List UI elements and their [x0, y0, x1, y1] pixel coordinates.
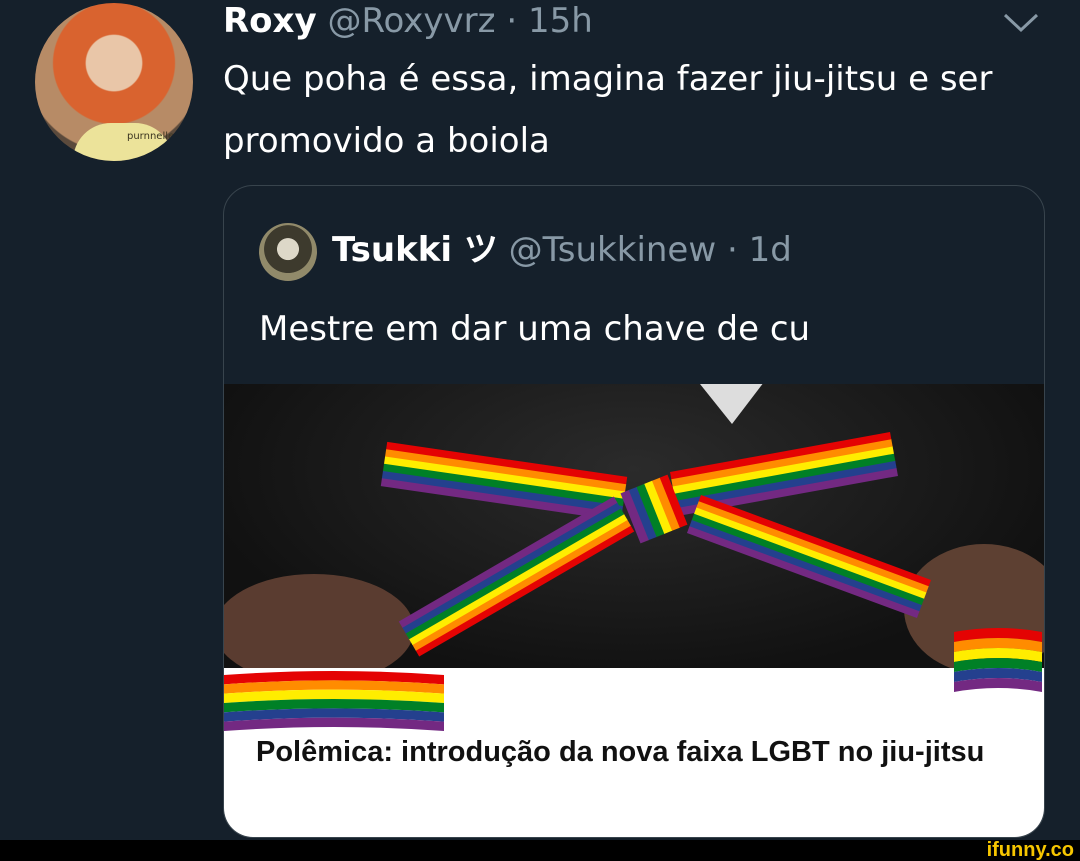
tweet-header: Roxy @Roxyvrz · 15h: [223, 0, 593, 45]
quoted-header-separator: ·: [726, 230, 738, 270]
rainbow-flag-icon: [224, 671, 444, 731]
user-handle[interactable]: @Roxyvrz: [327, 1, 495, 41]
belt-tail-right: [686, 494, 932, 619]
rainbow-flag-small-icon: [954, 628, 1042, 692]
media-caption-area: Polêmica: introdução da nova faixa LGBT …: [224, 628, 1044, 837]
header-separator: ·: [506, 1, 518, 41]
avatar-shirt: purnnelle: [73, 123, 175, 161]
ifunny-watermark: ifunny.co: [986, 839, 1074, 861]
quoted-media-photo[interactable]: [224, 384, 1044, 668]
belt-band-left: [380, 441, 628, 522]
belt-tail-left: [398, 496, 635, 657]
quoted-tweet-text: Mestre em dar uma chave de cu: [259, 309, 811, 349]
rainbow-belt-graphic: [380, 432, 932, 657]
watermark-bar: ifunny.co: [0, 840, 1080, 861]
display-name[interactable]: Roxy: [223, 1, 317, 41]
tweet-time[interactable]: 15h: [528, 1, 593, 41]
quoted-tweet-time: 1d: [748, 230, 792, 270]
quoted-user-handle: @Tsukkinew: [508, 230, 717, 270]
quoted-tweet[interactable]: Tsukki ツ @Tsukkinew · 1d Mestre em dar u…: [223, 185, 1045, 838]
tweet-text: Que poha é essa, imagina fazer jiu-jitsu…: [223, 59, 993, 161]
media-caption: Polêmica: introdução da nova faixa LGBT …: [256, 736, 985, 768]
quoted-tweet-header: Tsukki ツ @Tsukkinew · 1d: [332, 226, 792, 274]
avatar-shirt-text: purnnelle: [127, 131, 175, 142]
quoted-display-name: Tsukki ツ: [332, 230, 498, 270]
user-avatar[interactable]: purnnelle: [35, 3, 193, 161]
chevron-down-icon[interactable]: [1002, 12, 1040, 34]
quoted-user-avatar: [259, 223, 317, 281]
